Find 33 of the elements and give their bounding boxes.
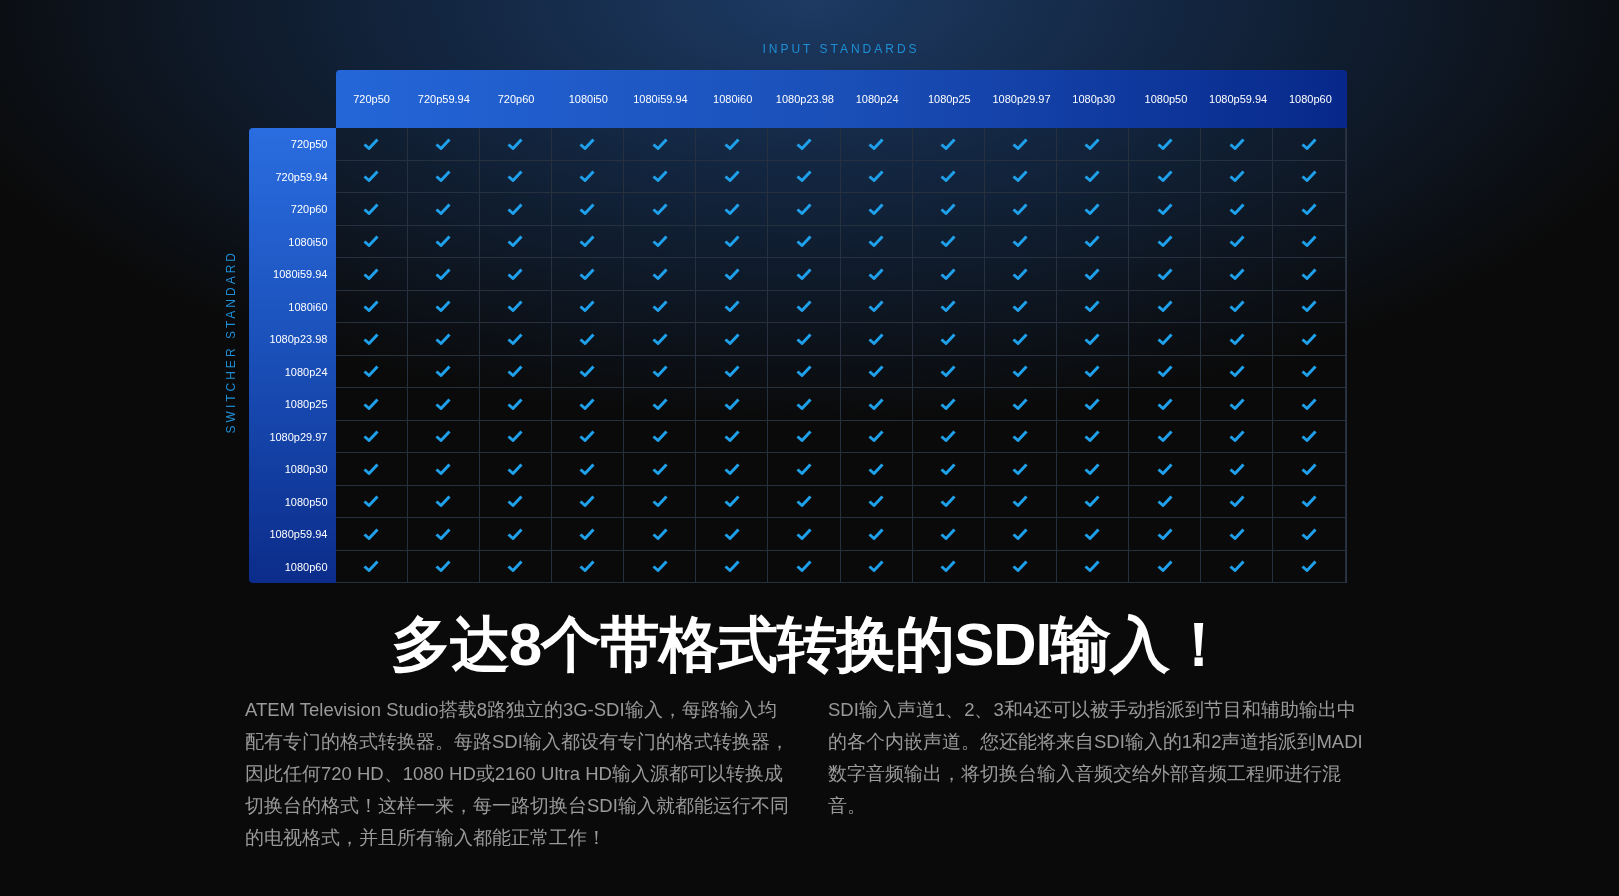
headline: 多达8个带格式转换的SDI输入！: [390, 610, 1229, 680]
column-header: 1080p30: [1071, 93, 1117, 105]
row-header: 1080p60: [283, 560, 329, 573]
column-header: 1080i50: [567, 93, 609, 105]
column-header: 1080p29.97: [991, 93, 1052, 105]
row-header: 1080p59.94: [268, 528, 329, 541]
row-header: 1080p24: [283, 365, 329, 378]
column-header: 1080p25: [926, 93, 972, 105]
column-header: 1080p23.98: [774, 93, 835, 105]
body-paragraph: ATEM Television Studio搭载8路独立的3G-SDI输入，每路输入均配有专门的格式转换器。每路SDI输入都设有专门的格式转换器，因此任何720 HD、1080 HD或2160 Ultra HD输入源都可以转换成切换台的格式！这样一来，每一路切换台SDI输入就都能运行不同的电视格式，并且所有输入都能正常工作！: [245, 698, 790, 850]
column-header: 1080p60: [1287, 93, 1333, 105]
row-header: 1080p29.97: [268, 430, 329, 443]
column-header: 1080p50: [1143, 93, 1189, 105]
row-header: 1080i60: [287, 300, 329, 313]
column-header: 1080i59.94: [632, 93, 689, 105]
row-header: 720p59.94: [274, 170, 329, 183]
body-paragraph: SDI输入声道1、2、3和4还可以被手动指派到节目和辅助输出中的各个内嵌声道。您还能将来自SDI输入的1和2声道指派到MADI数字音频输出，将切换台输入音频交给外部音频工程师进行混音。: [828, 698, 1364, 818]
input-standards-axis-label: INPUT STANDARDS: [762, 42, 920, 58]
column-header: 1080p59.94: [1208, 93, 1269, 105]
row-header: 720p50: [289, 138, 329, 151]
column-header: 720p59.94: [416, 93, 471, 105]
column-header: 1080i60: [712, 93, 754, 105]
row-header: 1080p23.98: [268, 333, 329, 346]
row-header: 1080p30: [283, 463, 329, 476]
row-header: 720p60: [289, 203, 329, 216]
row-header: 1080i59.94: [272, 268, 329, 281]
column-header: 1080p24: [854, 93, 900, 105]
row-header: 1080p25: [283, 398, 329, 411]
column-header: 720p60: [496, 93, 536, 105]
row-header: 1080i50: [287, 235, 329, 248]
row-header: 1080p50: [283, 495, 329, 508]
column-header: 720p50: [352, 93, 391, 105]
switcher-standard-axis-label: SWITCHER STANDARD: [223, 249, 238, 434]
